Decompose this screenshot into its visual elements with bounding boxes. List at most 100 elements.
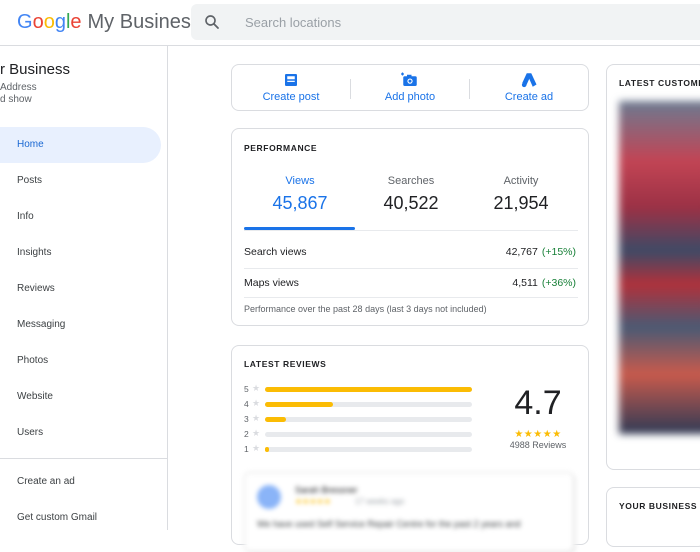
metric-value: 21,954 [493, 193, 549, 213]
maps-views-label: Maps views [244, 277, 299, 289]
sidebar-item-posts[interactable]: Posts [0, 163, 161, 199]
star-icon: ★ [252, 398, 261, 408]
rating-row: 2 ★ [244, 428, 474, 439]
photos-title: LATEST CUSTOME [619, 78, 700, 88]
metric-value: 45,867 [272, 193, 328, 213]
business-info-card: YOUR BUSINESS I [606, 487, 700, 547]
rating-bar-track [265, 432, 472, 437]
metric-searches-tab[interactable]: Searches 40,522 [356, 175, 466, 214]
add-photo-icon [401, 72, 417, 86]
latest-reviews-card: LATEST REVIEWS 5 ★ 4 ★ 3 ★ 2 ★ 1 ★ 4.7 ★★★★★ 4988… [231, 345, 589, 552]
metric-label: Activity [503, 175, 539, 187]
performance-note: Performance over the past 28 days (last … [244, 304, 487, 314]
divider [244, 230, 578, 231]
review-preview-card[interactable]: Sarah Bressner ★★★★★ 17 weeks ago We hav… [244, 472, 574, 552]
avatar [257, 485, 281, 509]
divider [244, 268, 578, 269]
top-bar: Google My Business [0, 0, 700, 46]
quick-actions-card: Create post Add photo Create ad [231, 64, 589, 111]
rating-bar-fill [265, 402, 334, 407]
sidebar-item-insights[interactable]: Insights [0, 235, 161, 271]
value-change: (+15%) [541, 246, 576, 258]
logo-product-name: My Business [87, 11, 201, 33]
logo-letter: G [17, 11, 33, 33]
review-text: We have used Self Service Repair Centre … [257, 519, 521, 529]
value-number: 42,767 [505, 246, 538, 258]
sidebar-item-messaging[interactable]: Messaging [0, 307, 161, 343]
metric-label: Searches [387, 175, 435, 187]
star-icon: ★ [252, 443, 261, 453]
metric-value: 40,522 [383, 193, 439, 213]
star-icon: ★ [252, 413, 261, 423]
rating-bar-track [265, 417, 472, 422]
post-icon [285, 74, 297, 86]
add-photo-button[interactable]: Add photo [351, 65, 469, 112]
google-ads-icon [521, 73, 537, 88]
rating-row-stars: 4 [244, 399, 249, 409]
create-post-label: Create post [262, 91, 320, 103]
customer-photo[interactable] [619, 101, 700, 434]
business-info-title: YOUR BUSINESS I [619, 501, 700, 511]
sidebar-item-users[interactable]: Users [0, 415, 161, 451]
rating-row-stars: 1 [244, 444, 249, 454]
average-stars: ★★★★★ [514, 429, 562, 440]
rating-row-stars: 5 [244, 384, 249, 394]
performance-title: PERFORMANCE [244, 143, 318, 153]
value-number: 4,511 [512, 277, 538, 289]
create-post-button[interactable]: Create post [232, 65, 350, 112]
logo-letter: e [70, 11, 82, 33]
logo-letter: o [43, 11, 55, 33]
rating-row: 5 ★ [244, 383, 474, 394]
value-change: (+36%) [541, 277, 576, 289]
star-icon: ★ [252, 383, 261, 393]
maps-views-value: 4,511 (+36%) [512, 277, 576, 289]
search-icon[interactable] [203, 13, 221, 31]
latest-customer-photos-card: LATEST CUSTOME [606, 64, 700, 470]
search-views-value: 42,767 (+15%) [506, 246, 576, 258]
review-count[interactable]: 4988 Reviews [502, 440, 574, 450]
search-views-label: Search views [244, 246, 307, 258]
google-my-business-logo[interactable]: Google My Business [17, 11, 201, 34]
rating-bar-fill [265, 387, 472, 392]
logo-letter: g [54, 11, 66, 33]
sidebar-divider [0, 458, 167, 459]
sidebar-item-custom-gmail[interactable]: Get custom Gmail [0, 500, 161, 536]
rating-bar-track [265, 402, 472, 407]
search-box[interactable] [191, 4, 700, 40]
rating-bar-track [265, 387, 472, 392]
business-name: r Business [0, 61, 71, 78]
metric-label: Views [285, 175, 315, 187]
sidebar-item-create-ad[interactable]: Create an ad [0, 464, 161, 500]
review-time: 17 weeks ago [355, 497, 405, 506]
search-input[interactable] [245, 12, 665, 32]
metric-activity-tab[interactable]: Activity 21,954 [466, 175, 576, 214]
star-icon: ★ [252, 428, 261, 438]
rating-bar-fill [265, 447, 270, 452]
business-show-link[interactable]: d show [0, 94, 32, 105]
business-address: Address [0, 82, 37, 93]
rating-row: 3 ★ [244, 413, 474, 424]
sidebar-item-info[interactable]: Info [0, 199, 161, 235]
rating-bar-track [265, 447, 472, 452]
reviewer-name: Sarah Bressner [295, 485, 358, 495]
sidebar-item-photos[interactable]: Photos [0, 343, 161, 379]
average-rating: 4.7 [514, 384, 562, 422]
sidebar: r Business Address d show Home Posts Inf… [0, 46, 168, 530]
performance-card: PERFORMANCE Views 45,867 Searches 40,522… [231, 128, 589, 326]
reviews-title: LATEST REVIEWS [244, 359, 327, 369]
rating-row-stars: 2 [244, 429, 249, 439]
create-ad-label: Create ad [504, 91, 554, 103]
rating-row-stars: 3 [244, 414, 249, 424]
sidebar-item-reviews[interactable]: Reviews [0, 271, 161, 307]
rating-row: 4 ★ [244, 398, 474, 409]
sidebar-item-website[interactable]: Website [0, 379, 161, 415]
sidebar-item-home[interactable]: Home [0, 127, 161, 163]
logo-letter: o [32, 11, 44, 33]
add-photo-label: Add photo [384, 91, 436, 103]
rating-bar-fill [265, 417, 286, 422]
review-stars: ★★★★★ [295, 497, 331, 506]
rating-row: 1 ★ [244, 443, 474, 454]
create-ad-button[interactable]: Create ad [470, 65, 588, 112]
metric-views-tab[interactable]: Views 45,867 [245, 175, 355, 214]
divider [244, 297, 578, 298]
